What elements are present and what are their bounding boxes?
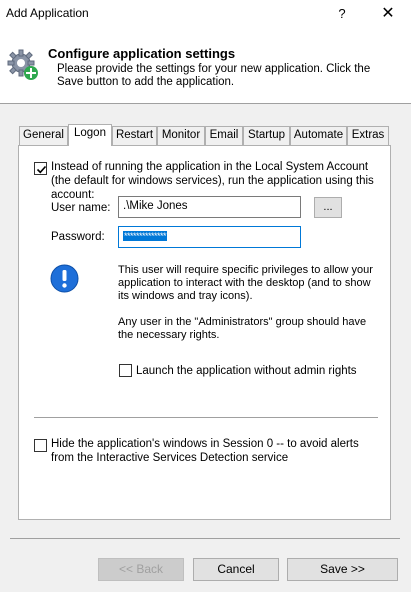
password-input[interactable]: ************** xyxy=(118,226,301,248)
tab-extras[interactable]: Extras xyxy=(347,126,389,145)
back-button[interactable]: << Back xyxy=(98,558,184,581)
administrators-info-text: Any user in the "Administrators" group s… xyxy=(118,316,367,341)
checkmark-icon xyxy=(36,165,47,174)
panel-divider xyxy=(34,417,378,418)
tab-monitor[interactable]: Monitor xyxy=(157,126,205,145)
user-name-label: User name: xyxy=(51,202,111,214)
tab-restart[interactable]: Restart xyxy=(112,126,157,145)
close-button[interactable]: ✕ xyxy=(365,0,411,30)
logon-tab-panel: Instead of running the application in th… xyxy=(18,145,391,520)
privileges-info-text: This user will require specific privileg… xyxy=(118,264,373,302)
tab-general[interactable]: General xyxy=(19,126,68,145)
tab-startup[interactable]: Startup xyxy=(243,126,290,145)
footer-divider xyxy=(10,538,400,539)
browse-user-button[interactable]: ... xyxy=(314,197,342,218)
user-name-input[interactable]: .\Mike Jones xyxy=(118,196,301,218)
tab-email[interactable]: Email xyxy=(205,126,243,145)
save-button[interactable]: Save >> xyxy=(287,558,398,581)
dialog-header: Configure application settings Please pr… xyxy=(0,30,411,104)
window-title: Add Application xyxy=(6,6,89,20)
tab-automate[interactable]: Automate xyxy=(290,126,347,145)
password-label: Password: xyxy=(51,231,105,243)
exclamation-icon xyxy=(50,264,79,293)
launch-without-admin-label: Launch the application without admin rig… xyxy=(136,365,357,377)
tab-logon[interactable]: Logon xyxy=(68,124,112,146)
gear-plus-icon xyxy=(6,48,40,82)
hide-windows-label: Hide the application's windows in Sessio… xyxy=(51,438,359,464)
run-as-account-checkbox[interactable] xyxy=(34,162,47,175)
launch-without-admin-checkbox[interactable] xyxy=(119,364,132,377)
title-bar: Add Application ? ✕ xyxy=(0,0,411,30)
cancel-button[interactable]: Cancel xyxy=(193,558,279,581)
header-title: Configure application settings xyxy=(48,46,236,61)
header-description: Please provide the settings for your new… xyxy=(57,63,371,88)
password-value: ************** xyxy=(123,231,168,241)
hide-windows-checkbox[interactable] xyxy=(34,439,47,452)
help-button[interactable]: ? xyxy=(322,0,362,30)
